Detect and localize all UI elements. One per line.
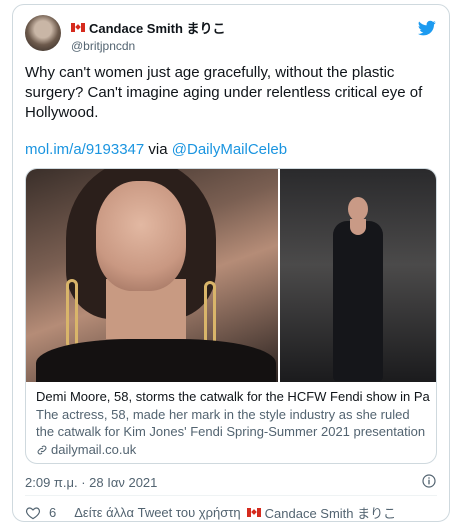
card-media[interactable] bbox=[26, 169, 436, 382]
tweet-actions: 6 Δείτε άλλα Tweet του χρήστη Candace Sm… bbox=[25, 503, 437, 522]
link-icon bbox=[37, 445, 47, 454]
mention-link[interactable]: @DailyMailCeleb bbox=[172, 141, 287, 158]
tweet-embed[interactable]: Candace Smith まりこ @britjpncdn Why can't … bbox=[12, 4, 450, 522]
tweet-text: Why can't women just age gracefully, wit… bbox=[25, 64, 423, 121]
canada-flag-icon bbox=[71, 23, 85, 32]
tweet-header: Candace Smith まりこ @britjpncdn bbox=[25, 15, 437, 55]
card-domain-text: dailymail.co.uk bbox=[51, 442, 137, 457]
user-info[interactable]: Candace Smith まりこ @britjpncdn bbox=[71, 18, 226, 53]
via-label: via bbox=[148, 141, 168, 158]
display-name[interactable]: Candace Smith まりこ bbox=[89, 18, 226, 37]
twitter-bird-icon[interactable] bbox=[417, 19, 437, 37]
card-text: Demi Moore, 58, storms the catwalk for t… bbox=[36, 388, 430, 458]
article-link[interactable]: mol.im/a/9193347 bbox=[25, 141, 144, 158]
canada-flag-icon bbox=[246, 508, 261, 517]
card-image-runway bbox=[280, 169, 436, 382]
heart-icon[interactable] bbox=[25, 505, 41, 521]
timestamp[interactable]: 2:09 π.μ. · 28 Ιαν 2021 bbox=[25, 475, 157, 490]
link-card[interactable]: Demi Moore, 58, storms the catwalk for t… bbox=[25, 168, 437, 464]
more-tweets-user: Candace Smith まりこ bbox=[264, 506, 397, 521]
card-description: The actress, 58, made her mark in the st… bbox=[36, 407, 426, 439]
card-image-closeup bbox=[26, 169, 278, 382]
card-title: Demi Moore, 58, storms the catwalk for t… bbox=[36, 389, 430, 404]
more-tweets-link[interactable]: Δείτε άλλα Tweet του χρήστη Candace Smit… bbox=[74, 503, 396, 522]
tweet-meta: 2:09 π.μ. · 28 Ιαν 2021 bbox=[25, 473, 437, 490]
like-count[interactable]: 6 bbox=[49, 505, 56, 520]
divider bbox=[25, 495, 437, 496]
tweet-links: mol.im/a/9193347 via @DailyMailCeleb bbox=[25, 140, 287, 160]
user-handle[interactable]: @britjpncdn bbox=[71, 39, 226, 53]
info-icon[interactable] bbox=[421, 473, 437, 489]
card-domain: dailymail.co.uk bbox=[36, 441, 430, 458]
more-tweets-text: Δείτε άλλα Tweet του χρήστη bbox=[74, 505, 241, 520]
avatar[interactable] bbox=[25, 15, 61, 51]
